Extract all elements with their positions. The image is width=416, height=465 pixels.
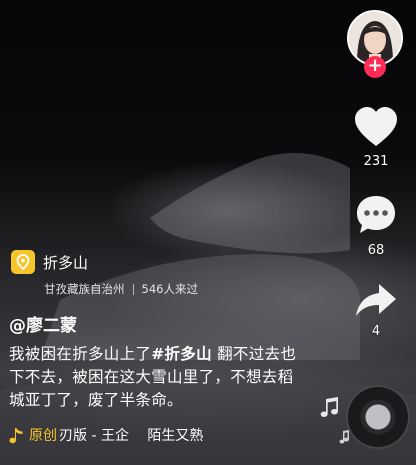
comment-button[interactable]: 68 xyxy=(346,193,406,258)
location-name: 折多山 xyxy=(43,253,89,272)
heart-icon xyxy=(355,107,397,146)
location-details: 甘孜藏族自治州 546人来过 xyxy=(44,281,198,297)
like-count: 231 xyxy=(363,154,389,169)
music-track: 刃版 - 王企 陌生又熟 xyxy=(59,428,204,444)
share-button[interactable]: 4 xyxy=(346,282,406,339)
music-disc[interactable] xyxy=(348,387,408,447)
share-icon xyxy=(356,284,396,316)
post-description: 我被困在折多山上了#折多山 翻不过去也下不去，被困在这大雪山里了，不想去稻城亚丁… xyxy=(9,343,304,412)
location-pin-icon xyxy=(11,250,35,274)
follow-plus-icon[interactable]: + xyxy=(364,56,386,78)
hashtag-link[interactable]: #折多山 xyxy=(151,345,212,363)
description-text: 我被困在折多山上了 xyxy=(9,345,152,363)
comment-count: 68 xyxy=(367,243,385,258)
author-name[interactable]: @廖二蒙 xyxy=(9,311,77,336)
author-avatar-group: + xyxy=(347,10,403,78)
floating-note-icon xyxy=(320,397,338,417)
like-button[interactable]: 231 xyxy=(346,106,406,169)
location-chip[interactable]: 折多山 xyxy=(11,250,88,274)
location-visitors: 546人来过 xyxy=(141,282,198,296)
music-info[interactable]: 原创 刃版 - 王企 陌生又熟 xyxy=(9,425,203,445)
location-region: 甘孜藏族自治州 xyxy=(44,282,125,296)
music-note-icon xyxy=(9,428,23,444)
share-count: 4 xyxy=(371,324,381,339)
comment-icon xyxy=(357,196,395,233)
floating-note-small-icon xyxy=(339,430,349,444)
divider xyxy=(132,283,134,295)
original-label: 原创 xyxy=(29,428,57,444)
